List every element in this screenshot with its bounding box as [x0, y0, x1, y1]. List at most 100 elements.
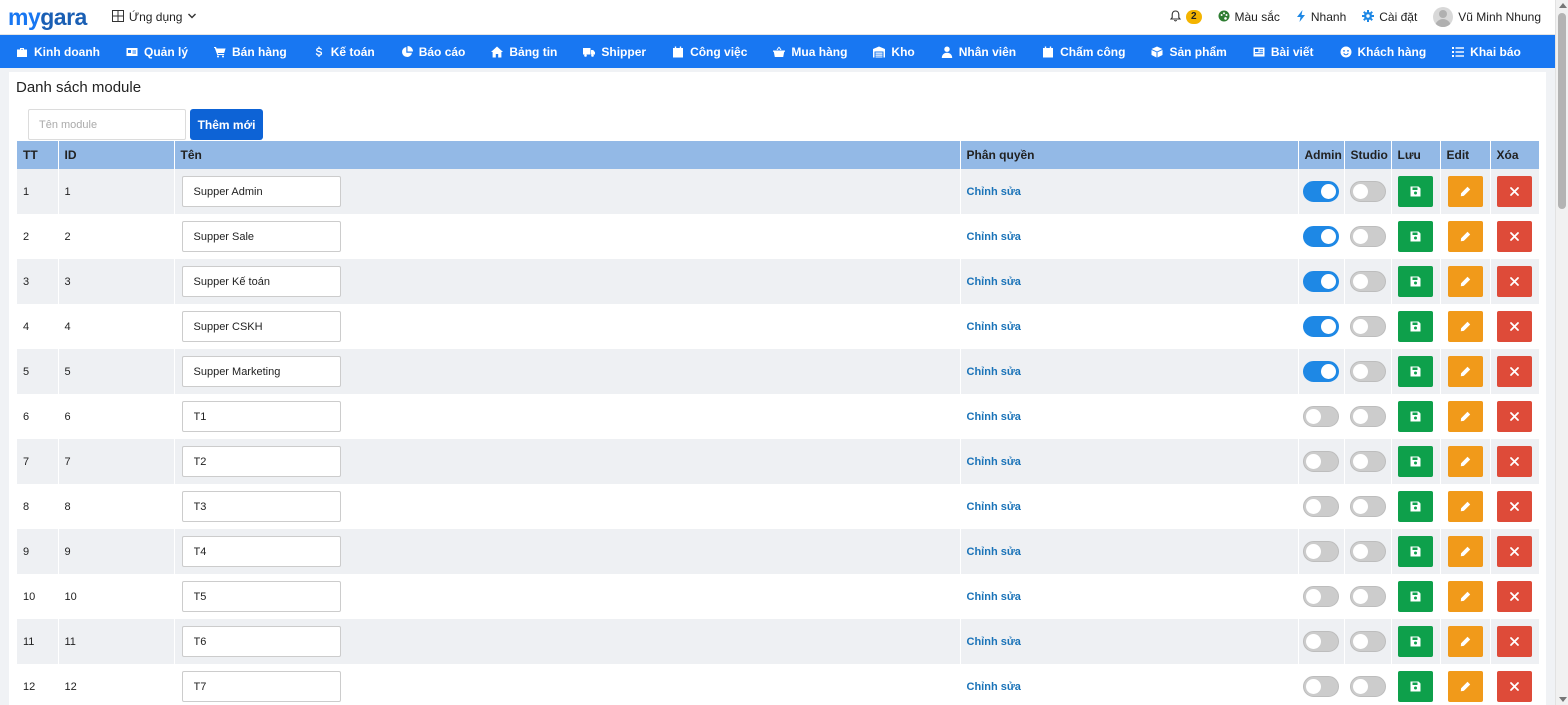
nav-item-11[interactable]: Nhân viên — [941, 45, 1016, 59]
studio-toggle[interactable] — [1349, 406, 1386, 427]
nav-item-12[interactable]: Chấm công — [1042, 45, 1125, 59]
edit-permission-link[interactable]: Chỉnh sửa — [967, 456, 1021, 468]
admin-toggle[interactable] — [1303, 316, 1339, 337]
row-name-input[interactable] — [181, 311, 341, 342]
edit-button[interactable] — [1447, 221, 1483, 252]
row-name-input[interactable] — [181, 671, 341, 702]
delete-button[interactable] — [1497, 581, 1532, 612]
delete-button[interactable] — [1497, 311, 1532, 342]
edit-button[interactable] — [1447, 581, 1483, 612]
studio-toggle[interactable] — [1349, 451, 1386, 472]
studio-toggle[interactable] — [1349, 676, 1386, 697]
edit-button[interactable] — [1447, 356, 1483, 387]
module-name-input[interactable] — [28, 109, 186, 140]
branch-button[interactable]: Nhanh — [1296, 9, 1346, 25]
save-button[interactable] — [1398, 581, 1433, 612]
nav-item-13[interactable]: Sản phẩm — [1151, 45, 1227, 59]
nav-item-8[interactable]: Công việc — [672, 45, 747, 59]
delete-button[interactable] — [1497, 221, 1532, 252]
nav-item-6[interactable]: Bảng tin — [491, 45, 557, 59]
color-theme-button[interactable]: Màu sắc — [1218, 10, 1280, 25]
row-name-input[interactable] — [181, 356, 341, 387]
delete-button[interactable] — [1497, 266, 1532, 297]
delete-button[interactable] — [1497, 491, 1532, 522]
studio-toggle[interactable] — [1349, 496, 1386, 517]
apps-menu[interactable]: Ứng dụng — [111, 9, 198, 25]
add-new-button[interactable]: Thêm mới — [190, 109, 263, 140]
mygara-logo[interactable]: my gara — [8, 5, 87, 29]
edit-button[interactable] — [1447, 536, 1483, 567]
delete-button[interactable] — [1497, 626, 1532, 657]
row-name-input[interactable] — [181, 446, 341, 477]
nav-item-4[interactable]: Kế toán — [313, 45, 375, 59]
admin-toggle[interactable] — [1303, 676, 1339, 697]
delete-button[interactable] — [1497, 671, 1532, 702]
save-button[interactable] — [1398, 536, 1433, 567]
save-button[interactable] — [1398, 266, 1433, 297]
edit-permission-link[interactable]: Chỉnh sửa — [967, 546, 1021, 558]
nav-item-10[interactable]: Kho — [873, 45, 915, 59]
notification-button[interactable]: 2 — [1169, 9, 1202, 25]
edit-permission-link[interactable]: Chỉnh sửa — [967, 636, 1021, 648]
admin-toggle[interactable] — [1303, 541, 1339, 562]
page-scrollbar[interactable] — [1555, 0, 1568, 705]
nav-item-7[interactable]: Shipper — [583, 45, 646, 59]
edit-permission-link[interactable]: Chỉnh sửa — [967, 501, 1021, 513]
admin-toggle[interactable] — [1303, 586, 1339, 607]
nav-item-1[interactable]: Kinh doanh — [16, 45, 100, 59]
studio-toggle[interactable] — [1349, 316, 1386, 337]
edit-permission-link[interactable]: Chỉnh sửa — [967, 681, 1021, 693]
row-name-input[interactable] — [181, 581, 341, 612]
scroll-up-arrow[interactable] — [1559, 3, 1567, 8]
edit-button[interactable] — [1447, 446, 1483, 477]
edit-button[interactable] — [1447, 671, 1483, 702]
edit-permission-link[interactable]: Chỉnh sửa — [967, 276, 1021, 288]
nav-item-3[interactable]: Bán hàng — [214, 45, 287, 59]
admin-toggle[interactable] — [1303, 361, 1339, 382]
row-name-input[interactable] — [181, 176, 341, 207]
nav-item-2[interactable]: Quản lý — [126, 45, 188, 59]
admin-toggle[interactable] — [1303, 226, 1339, 247]
edit-button[interactable] — [1447, 311, 1483, 342]
edit-permission-link[interactable]: Chỉnh sửa — [967, 411, 1021, 423]
row-name-input[interactable] — [181, 491, 341, 522]
studio-toggle[interactable] — [1349, 586, 1386, 607]
save-button[interactable] — [1398, 626, 1433, 657]
nav-item-14[interactable]: Bài viết — [1253, 45, 1314, 59]
save-button[interactable] — [1398, 401, 1433, 432]
edit-permission-link[interactable]: Chỉnh sửa — [967, 186, 1021, 198]
nav-item-15[interactable]: Khách hàng — [1340, 45, 1426, 59]
nav-item-5[interactable]: Báo cáo — [401, 45, 465, 59]
delete-button[interactable] — [1497, 356, 1532, 387]
row-name-input[interactable] — [181, 536, 341, 567]
row-name-input[interactable] — [181, 401, 341, 432]
admin-toggle[interactable] — [1303, 496, 1339, 517]
delete-button[interactable] — [1497, 176, 1532, 207]
studio-toggle[interactable] — [1349, 271, 1386, 292]
save-button[interactable] — [1398, 491, 1433, 522]
delete-button[interactable] — [1497, 536, 1532, 567]
edit-permission-link[interactable]: Chỉnh sửa — [967, 366, 1021, 378]
admin-toggle[interactable] — [1303, 271, 1339, 292]
edit-button[interactable] — [1447, 401, 1483, 432]
edit-permission-link[interactable]: Chỉnh sửa — [967, 231, 1021, 243]
scroll-down-arrow[interactable] — [1559, 697, 1567, 702]
scroll-thumb[interactable] — [1558, 13, 1566, 209]
settings-button[interactable]: Cài đặt — [1362, 9, 1417, 25]
row-name-input[interactable] — [181, 626, 341, 657]
save-button[interactable] — [1398, 176, 1433, 207]
row-name-input[interactable] — [181, 221, 341, 252]
edit-button[interactable] — [1447, 266, 1483, 297]
studio-toggle[interactable] — [1349, 226, 1386, 247]
edit-button[interactable] — [1447, 626, 1483, 657]
row-name-input[interactable] — [181, 266, 341, 297]
edit-permission-link[interactable]: Chỉnh sửa — [967, 321, 1021, 333]
edit-button[interactable] — [1447, 491, 1483, 522]
save-button[interactable] — [1398, 446, 1433, 477]
admin-toggle[interactable] — [1303, 181, 1339, 202]
studio-toggle[interactable] — [1349, 541, 1386, 562]
studio-toggle[interactable] — [1349, 631, 1386, 652]
delete-button[interactable] — [1497, 401, 1532, 432]
edit-button[interactable] — [1447, 176, 1483, 207]
admin-toggle[interactable] — [1303, 631, 1339, 652]
